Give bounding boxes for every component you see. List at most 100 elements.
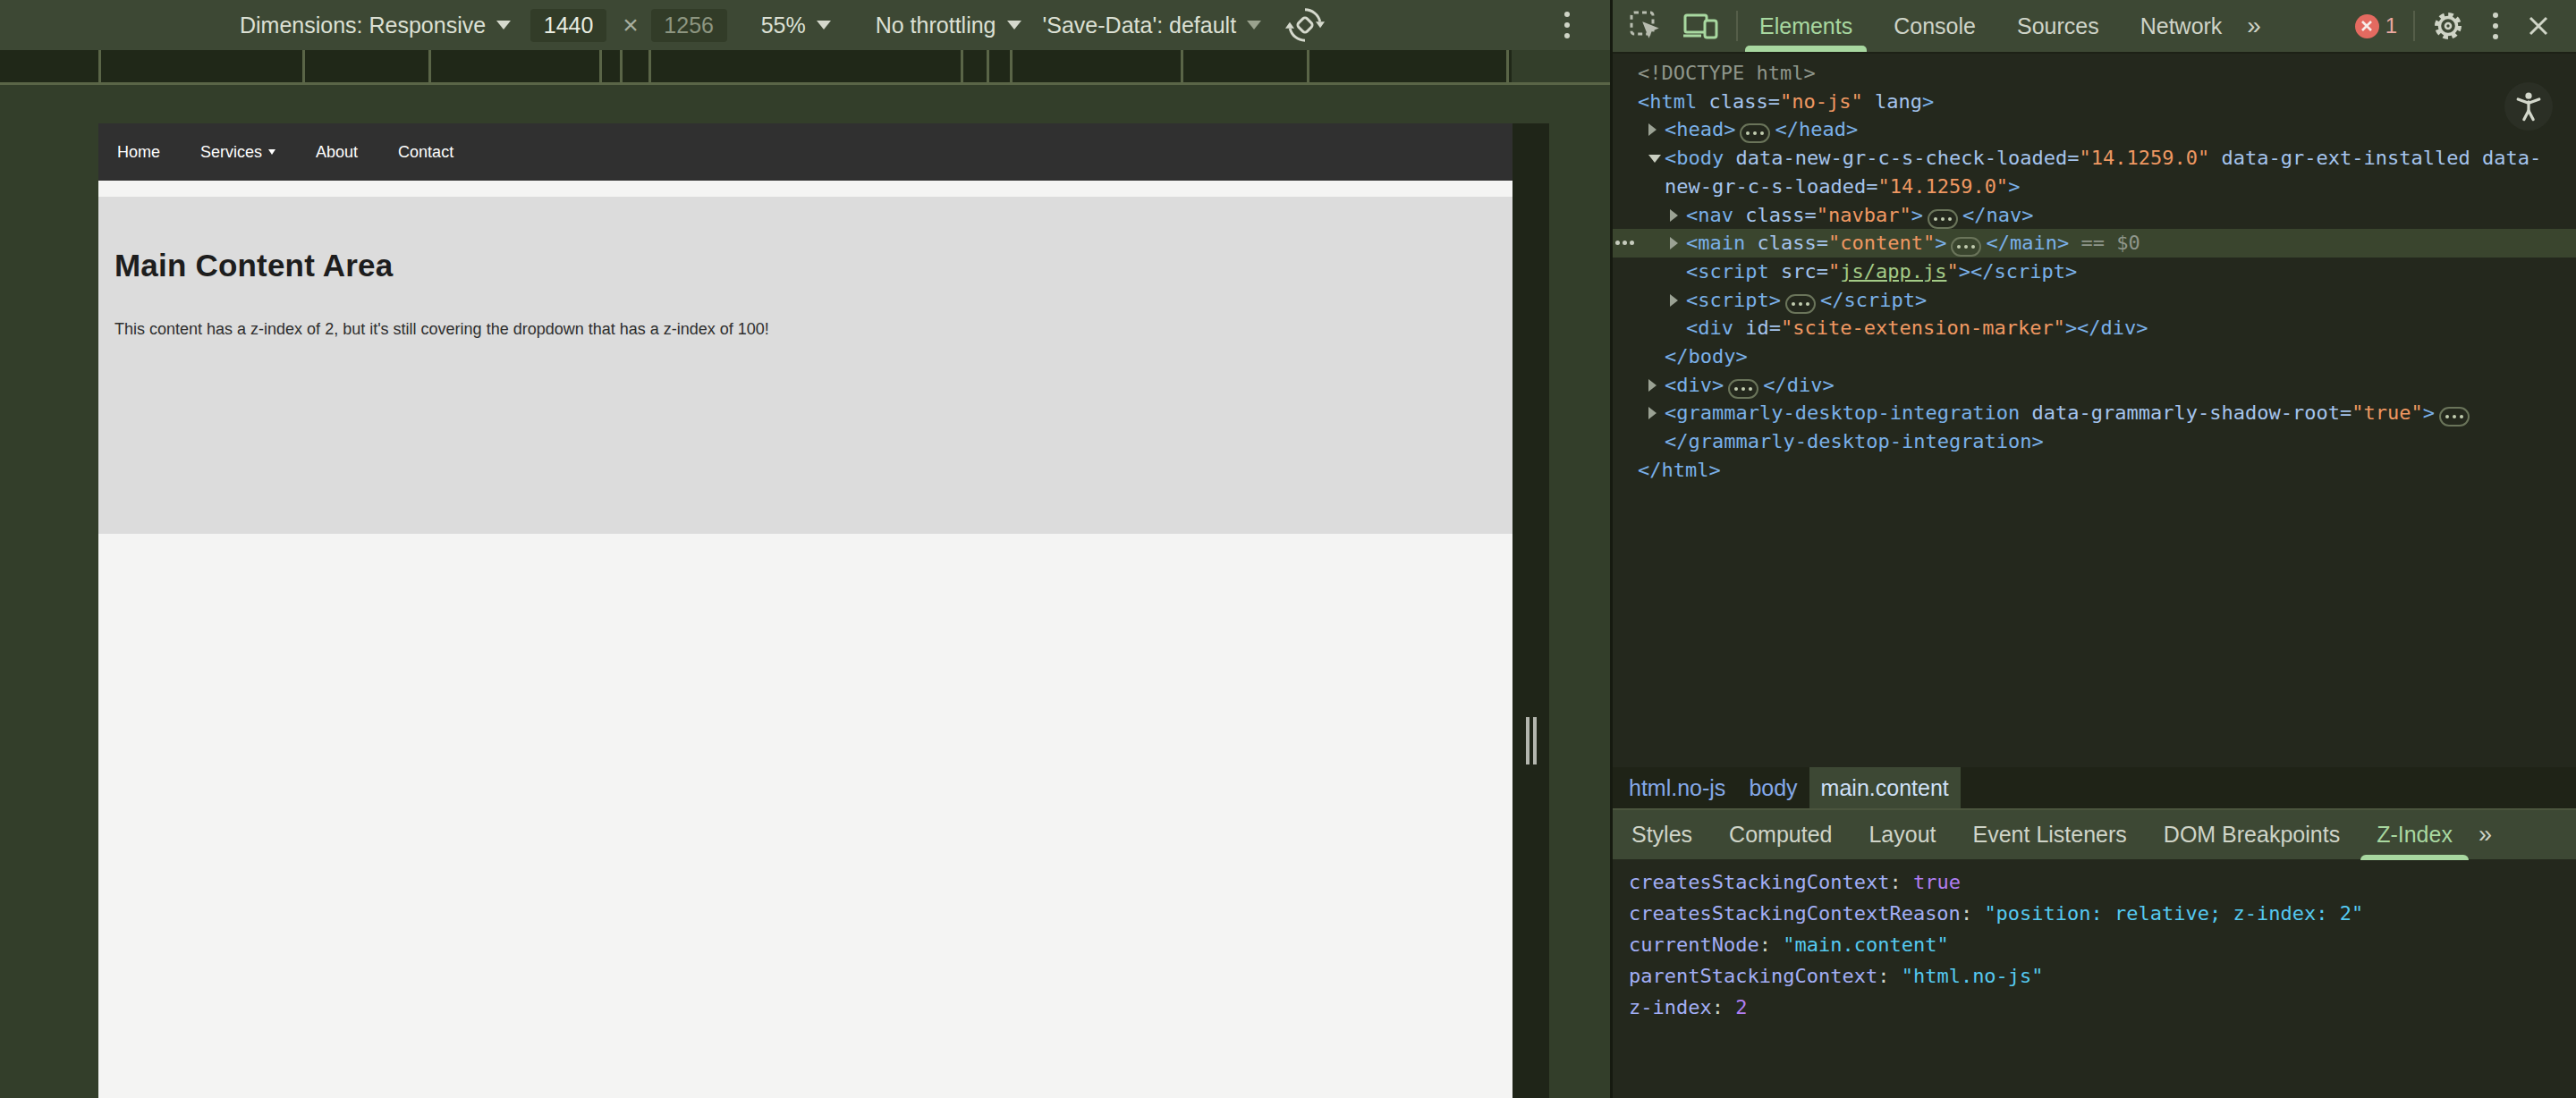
code-token: data-new-gr-c-s-check-loaded= — [1735, 147, 2079, 169]
tree-node[interactable]: <!DOCTYPE html> — [1613, 59, 2576, 88]
expand-arrow-icon[interactable] — [1670, 209, 1678, 222]
devtools-panel: Elements Console Sources Network » 1 — [1610, 0, 2576, 1098]
zindex-property-row: createsStackingContext: true — [1629, 866, 2576, 898]
expand-arrow-icon[interactable] — [1648, 407, 1657, 419]
rotate-device-icon[interactable] — [1284, 4, 1326, 46]
page-nav-link-home[interactable]: Home — [117, 143, 160, 162]
viewport-width-input[interactable]: 1440 — [530, 9, 606, 42]
tree-node-selected[interactable]: <main class="content"></main> == $0 — [1613, 229, 2576, 258]
code-token: "14.1259.0" — [2080, 147, 2210, 169]
throttling-dropdown[interactable]: No throttling — [876, 13, 1021, 38]
code-token: </script> — [1820, 289, 1927, 311]
code-token: > — [2008, 175, 2020, 198]
sidebar-tab-computed[interactable]: Computed — [1729, 809, 1832, 860]
code-token: "true" — [2351, 401, 2422, 424]
media-query-tick — [648, 50, 651, 82]
page-nav-link-contact[interactable]: Contact — [398, 143, 453, 162]
tree-node[interactable]: <grammarly-desktop-integration data-gram… — [1613, 399, 2576, 427]
code-token: > — [2423, 401, 2435, 424]
sidebar-tab-styles[interactable]: Styles — [1631, 809, 1692, 860]
sidebar-tab-z-index[interactable]: Z-Index — [2377, 809, 2453, 860]
code-token: <script — [1686, 260, 1781, 283]
code-token: > — [1911, 204, 1923, 226]
emulated-page: Home Services About Contact Main Content Ar… — [98, 123, 1513, 1098]
media-query-tick — [620, 50, 623, 82]
elements-tree: <!DOCTYPE html><html class="no-js" lang>… — [1613, 54, 2576, 767]
z-index-panel: createsStackingContext: truecreatesStack… — [1613, 859, 2576, 1098]
code-token: </grammarly-desktop-integration> — [1665, 430, 2044, 452]
collapse-arrow-icon[interactable] — [1648, 155, 1661, 163]
breadcrumb-body[interactable]: body — [1737, 767, 1809, 808]
devtools-tab-network[interactable]: Network — [2139, 0, 2224, 52]
sidebar-tab-layout[interactable]: Layout — [1868, 809, 1936, 860]
breadcrumb-main-content[interactable]: main.content — [1809, 767, 1961, 808]
save-data-dropdown[interactable]: 'Save-Data': default — [1043, 13, 1262, 38]
expand-arrow-icon[interactable] — [1670, 237, 1678, 249]
tree-node[interactable]: </html> — [1613, 456, 2576, 485]
zindex-property-row: createsStackingContextReason: "position:… — [1629, 898, 2576, 929]
code-token: <body — [1665, 147, 1735, 169]
page-nav-link-about[interactable]: About — [316, 143, 358, 162]
breadcrumb-html-no-js[interactable]: html.no-js — [1617, 767, 1737, 808]
zoom-dropdown[interactable]: 55% — [761, 13, 831, 38]
tab-bar-separator — [1736, 11, 1738, 41]
tree-node[interactable]: </grammarly-desktop-integration> — [1613, 427, 2576, 456]
more-sidebar-tabs-icon[interactable]: » — [2479, 821, 2490, 849]
tree-node[interactable]: new-gr-c-s-loaded="14.1259.0"> — [1613, 173, 2576, 201]
tree-node[interactable]: <nav class="navbar"></nav> — [1613, 201, 2576, 230]
tree-node[interactable]: <head></head> — [1613, 115, 2576, 144]
device-emulation-area: Dimensions: Responsive 1440 × 1256 55% N… — [0, 0, 1610, 1098]
code-token: </main> — [1986, 232, 2069, 254]
media-query-tick — [961, 50, 963, 82]
sidebar-tab-bar: Styles Computed Layout Event Listeners DOM B… — [1613, 808, 2576, 859]
code-token: <html — [1638, 90, 1708, 113]
media-query-tick — [302, 50, 305, 82]
code-token: data-grammarly-shadow-root= — [2032, 401, 2352, 424]
media-query-tick — [1010, 50, 1013, 82]
code-token: <div> — [1665, 374, 1724, 396]
expand-arrow-icon[interactable] — [1648, 379, 1657, 392]
zindex-property-row: parentStackingContext: "html.no-js" — [1629, 960, 2576, 992]
page-heading: Main Content Area — [114, 248, 1496, 283]
collapsed-content-icon[interactable] — [1785, 294, 1816, 314]
error-badge[interactable]: 1 — [2355, 13, 2397, 38]
media-query-tick — [98, 50, 101, 82]
collapsed-content-icon[interactable] — [1928, 209, 1958, 229]
close-devtools-icon[interactable] — [2528, 15, 2549, 37]
viewport-resize-handle[interactable] — [1526, 717, 1537, 764]
tree-node[interactable]: </body> — [1613, 342, 2576, 371]
expand-arrow-icon[interactable] — [1648, 123, 1657, 136]
tree-node[interactable]: <html class="no-js" lang> — [1613, 88, 2576, 116]
tree-node[interactable]: <div id="scite-extension-marker"></div> — [1613, 314, 2576, 342]
more-tabs-icon[interactable]: » — [2247, 12, 2259, 40]
expand-arrow-icon[interactable] — [1670, 294, 1678, 307]
code-token: src= — [1781, 260, 1828, 283]
devtools-tab-sources[interactable]: Sources — [2015, 0, 2101, 52]
tree-node[interactable]: <body data-new-gr-c-s-check-loaded="14.1… — [1613, 144, 2576, 173]
code-token: new-gr-c-s-loaded= — [1665, 175, 1877, 198]
devtools-tab-console[interactable]: Console — [1892, 0, 1978, 52]
collapsed-content-icon[interactable] — [1728, 379, 1758, 399]
dimensions-caret-icon — [496, 21, 511, 30]
inspect-element-icon[interactable] — [1629, 10, 1661, 42]
node-options-icon[interactable] — [1615, 241, 1634, 245]
sidebar-tab-dom-breakpoints[interactable]: DOM Breakpoints — [2164, 809, 2340, 860]
page-nav-link-services[interactable]: Services — [200, 143, 275, 162]
tree-node[interactable]: <div></div> — [1613, 371, 2576, 400]
tree-node[interactable]: <script></script> — [1613, 286, 2576, 315]
collapsed-content-icon[interactable] — [2439, 407, 2470, 427]
devtools-tab-elements[interactable]: Elements — [1758, 0, 1854, 52]
settings-gear-icon[interactable] — [2431, 9, 2465, 43]
devtools-menu-icon[interactable] — [2485, 10, 2506, 42]
device-toolbar-menu-icon[interactable] — [1556, 9, 1578, 41]
dimensions-dropdown[interactable]: Dimensions: Responsive — [240, 13, 486, 38]
tree-node[interactable]: <script src="js/app.js"></script> — [1613, 258, 2576, 286]
collapsed-content-icon[interactable] — [1951, 237, 1981, 257]
viewport-height-input[interactable]: 1256 — [651, 9, 727, 42]
media-query-bar[interactable] — [0, 50, 1512, 82]
collapsed-content-icon[interactable] — [1740, 123, 1770, 143]
toggle-device-toolbar-icon[interactable] — [1682, 10, 1718, 42]
sidebar-tab-event-listeners[interactable]: Event Listeners — [1973, 809, 2127, 860]
code-token: <main — [1686, 232, 1757, 254]
code-token: > — [1922, 90, 1934, 113]
